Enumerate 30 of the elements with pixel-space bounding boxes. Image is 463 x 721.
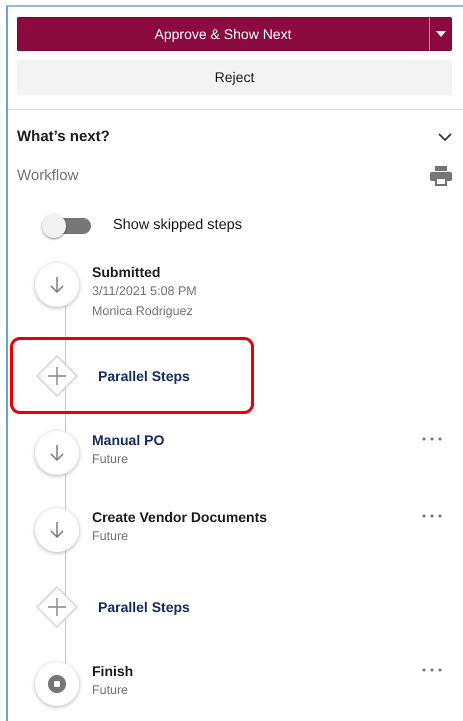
step-detail: Future — [92, 528, 130, 546]
toggle-label: Show skipped steps — [113, 216, 242, 236]
toggle-switch[interactable] — [41, 213, 93, 239]
step-detail: Future — [92, 451, 130, 468]
print-icon[interactable] — [430, 166, 452, 186]
diamond-plus-icon — [35, 585, 79, 630]
step-detail: 3/11/2021 5:08 PM — [92, 283, 198, 300]
more-icon[interactable] — [422, 437, 442, 442]
stop-icon — [35, 662, 79, 706]
caret-icon — [436, 31, 446, 37]
step-title: Finish — [92, 662, 134, 680]
step-detail: Monica Rodriguez — [92, 303, 194, 320]
arrow-down-icon — [35, 431, 79, 476]
step-title: Submitted — [92, 263, 162, 282]
arrow-down-icon — [35, 508, 79, 552]
step-link[interactable]: Parallel Steps — [98, 367, 452, 386]
chevron-icon[interactable] — [438, 132, 452, 142]
step-title: Create Vendor Documents — [92, 508, 268, 526]
step-link[interactable]: Parallel Steps — [98, 598, 452, 616]
arrow-down-icon — [35, 263, 79, 307]
workflow-label: Workflow — [17, 166, 78, 186]
diamond-plus-icon — [35, 354, 79, 398]
reject-button[interactable]: Reject — [17, 60, 452, 95]
more-icon[interactable] — [422, 668, 442, 672]
step-detail: Future — [92, 682, 130, 700]
more-icon[interactable] — [422, 514, 442, 518]
dropdown-button[interactable] — [429, 17, 452, 51]
step-link[interactable]: Manual PO — [92, 431, 422, 450]
section-title: What’s next? — [17, 127, 110, 147]
approve-button[interactable]: Approve & Show Next — [17, 17, 429, 51]
